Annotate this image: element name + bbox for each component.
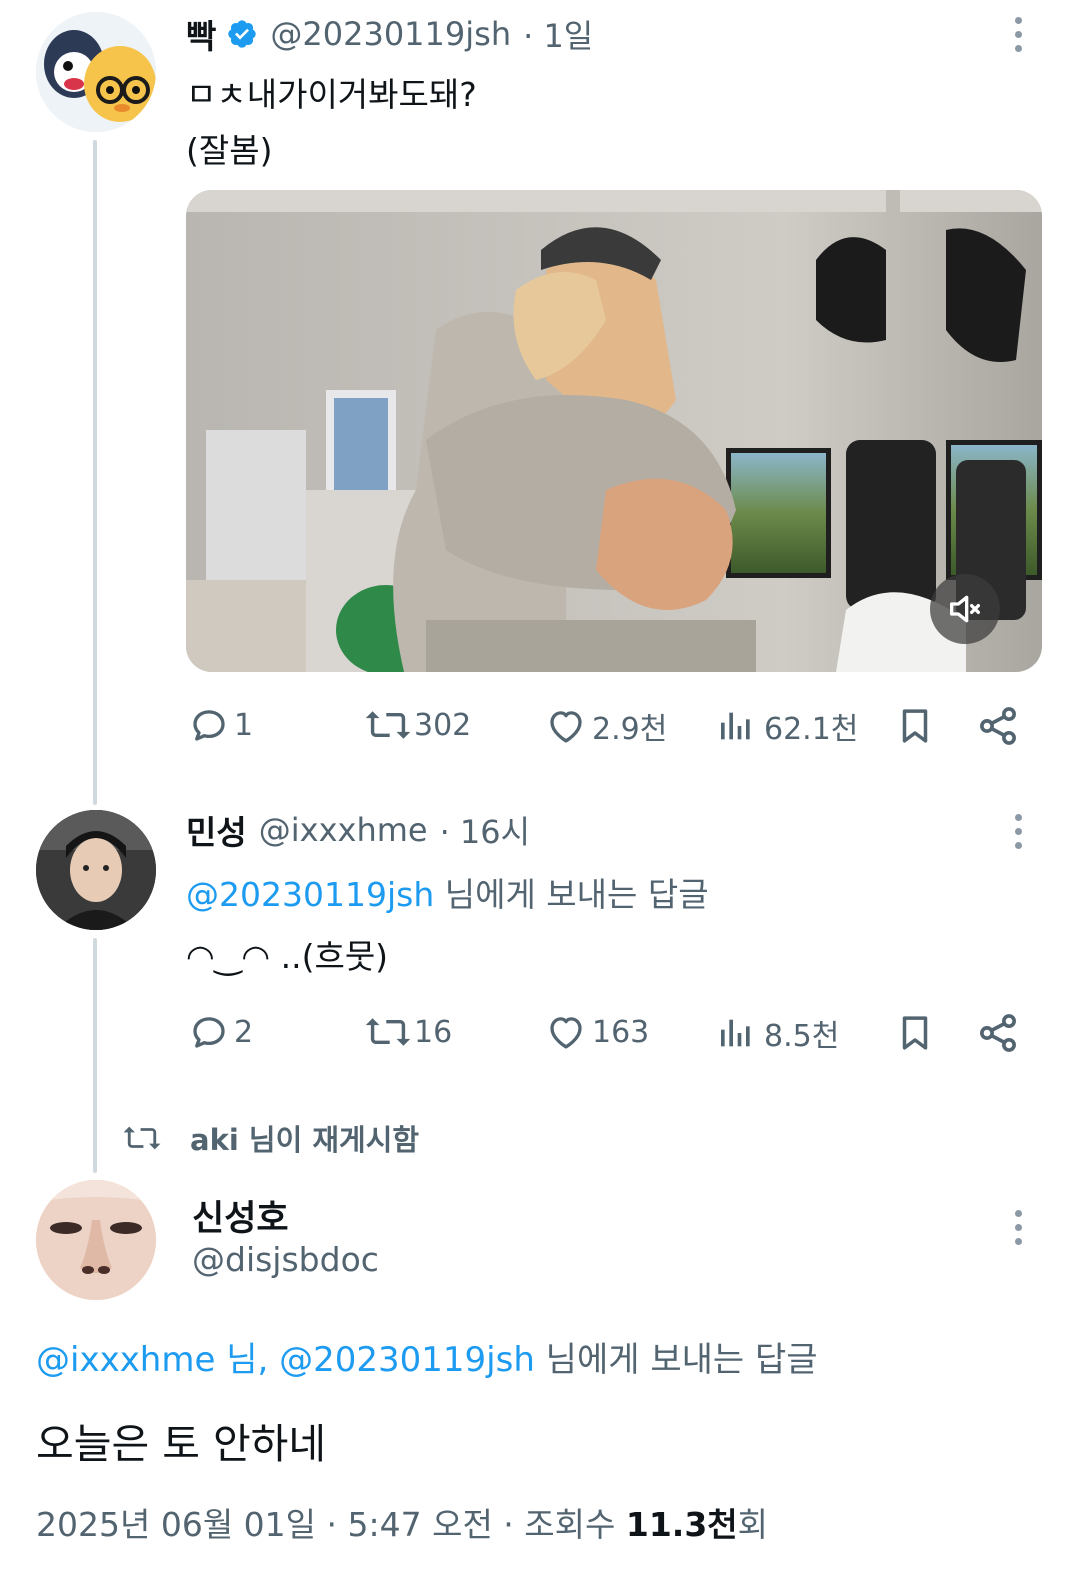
more-icon[interactable] [1013,17,1023,52]
views-count: 8.5천 [764,1019,840,1054]
views-icon [721,712,750,740]
avatar-tweet2[interactable] [36,810,156,930]
like-button[interactable]: 2.9천 [544,704,667,748]
tweet2-author-name[interactable]: 민성 [186,806,247,854]
bookmark-icon [902,1016,928,1050]
reply-icon [193,1017,225,1048]
reply-button[interactable]: 1 [188,704,253,746]
views-icon [721,1019,750,1047]
bookmark-button[interactable] [894,704,936,748]
share-button[interactable] [976,1011,1020,1055]
verified-badge-icon [226,18,258,50]
tweet3-meta: 2025년 06월 01일 · 5:47 오전 · 조회수 11.3천회 [36,1498,768,1546]
mute-button[interactable] [930,574,1000,644]
views-button[interactable]: 8.5천 [716,1011,839,1055]
tweet1-text-line1: ㅁㅊ내가이거봐도돼? [186,75,477,114]
retweet-button[interactable]: 16 [364,1011,452,1053]
tweet3-author-handle[interactable]: @disjsbdoc [192,1240,379,1279]
reply-count: 2 [234,1014,254,1050]
avatar-photo-image [36,810,156,930]
like-icon [550,1017,582,1049]
mute-icon [950,595,980,623]
tweet2-reply-to-link[interactable]: @20230119jsh [186,875,434,914]
tweet2-text: ◠‿◠ ..(흐뭇) [186,937,389,976]
retweet-icon [365,711,411,739]
tweet3-text: 오늘은 토 안하네 [36,1420,327,1468]
share-icon [980,707,1016,745]
share-icon [980,1014,1016,1052]
tweet3-view-suffix: 회 [737,1505,769,1544]
like-icon [550,711,582,743]
video-frame-image [186,190,1042,672]
tweet1-author-name[interactable]: 빡 [186,10,216,58]
retweet-count: 16 [414,1014,453,1050]
tweet1-video[interactable] [186,190,1042,672]
bookmark-button[interactable] [894,1011,936,1055]
tweet3-reply-context: @ixxxhme 님, @20230119jsh 님에게 보내는 답글 [36,1332,818,1381]
views-button[interactable]: 62.1천 [716,704,858,748]
thread-line-1 [93,140,97,805]
retweet-button[interactable]: 302 [364,704,471,746]
like-count: 163 [592,1014,650,1050]
tweet2-timestamp[interactable]: · 16시 [440,807,531,853]
avatar-face-closeup-image [36,1180,156,1300]
tweet2-reply-context: @20230119jsh 님에게 보내는 답글 [186,868,709,916]
repost-banner: aki 님이 재게시함 [122,1116,419,1160]
reply-count: 1 [234,707,254,743]
retweet-icon [123,1126,161,1150]
tweet1-author-handle[interactable]: @20230119jsh [270,15,511,53]
share-button[interactable] [976,704,1020,748]
tweet3-reply-to-suffix: 님에게 보내는 답글 [534,1340,818,1380]
tweet1-text-line2: (잘봄) [186,131,273,170]
reply-icon [193,710,225,741]
more-icon[interactable] [1013,1210,1023,1245]
tweet2-reply-to-suffix: 님에게 보내는 답글 [434,875,709,914]
avatar-tweet3[interactable] [36,1180,156,1300]
tweet3-timestamp[interactable]: 2025년 06월 01일 · 5:47 오전 · 조회수 [36,1505,626,1544]
retweet-icon [365,1018,411,1046]
tweet1-header: 빡 @20230119jsh · 1일 [186,12,593,56]
thread-line-2 [93,938,97,1173]
tweet3-view-count[interactable]: 11.3천 [626,1505,738,1544]
tweet3-author-name[interactable]: 신성호 [192,1190,289,1241]
tweet3-reply-to-link-2[interactable]: @20230119jsh [279,1340,535,1380]
views-count: 62.1천 [764,712,859,747]
like-count: 2.9천 [592,712,668,747]
avatar-tweet1[interactable] [36,12,156,132]
more-icon[interactable] [1013,814,1023,849]
like-button[interactable]: 163 [544,1011,649,1053]
tweet3-reply-to-link-1[interactable]: @ixxxhme 님, [36,1340,268,1380]
avatar-cartoon-image [36,12,156,132]
retweet-count: 302 [414,707,472,743]
tweet2-header: 민성 @ixxxhme · 16시 [186,808,530,852]
tweet1-timestamp[interactable]: · 1일 [523,11,593,57]
bookmark-icon [902,709,928,743]
tweet2-author-handle[interactable]: @ixxxhme [259,811,428,849]
repost-banner-text[interactable]: aki 님이 재게시함 [190,1117,419,1159]
reply-button[interactable]: 2 [188,1011,253,1053]
